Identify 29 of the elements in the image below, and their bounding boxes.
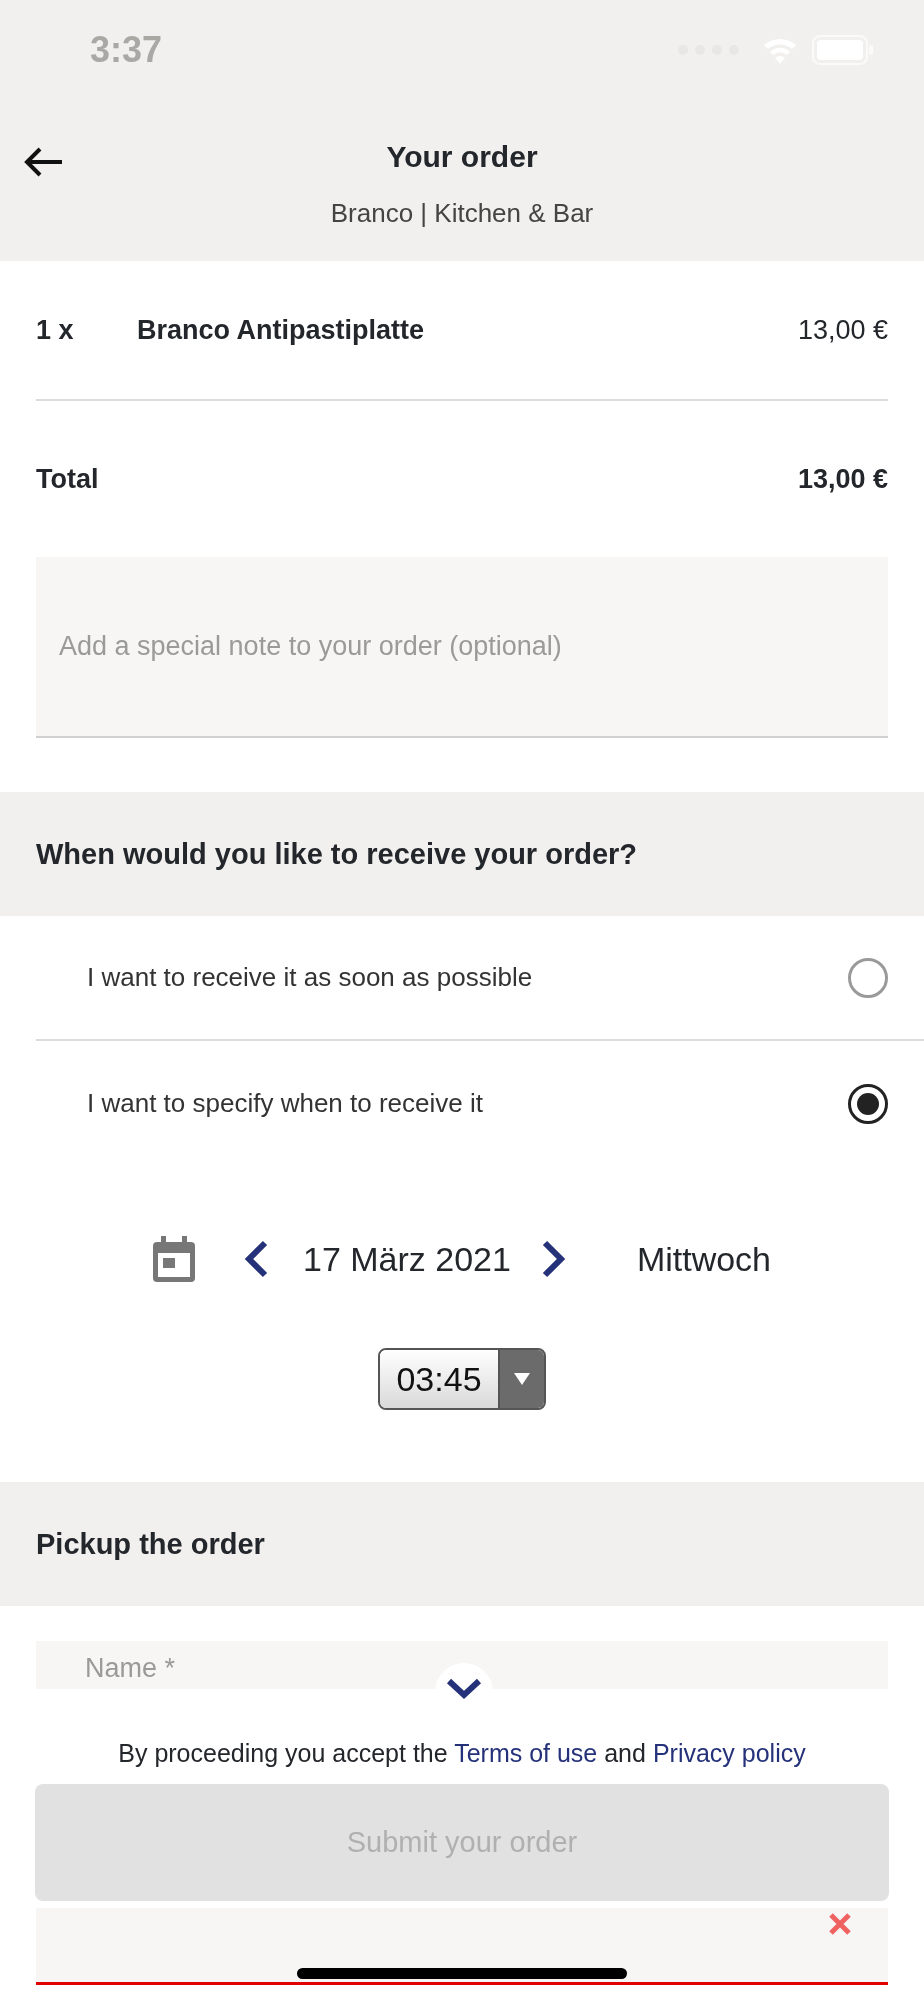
radio-button[interactable]	[848, 957, 888, 998]
page-title: Your order	[386, 140, 538, 174]
delivery-option[interactable]: I want to receive it as soon as possible	[36, 916, 924, 1041]
delivery-option[interactable]: I want to specify when to receive it	[36, 1041, 924, 1166]
error-icon	[828, 1912, 852, 1936]
previous-day-button[interactable]	[242, 1239, 269, 1279]
restaurant-name: Branco | Kitchen & Bar	[330, 198, 594, 229]
email-field[interactable]	[36, 1908, 888, 1985]
selected-date: 17 März 2021	[302, 1239, 511, 1279]
total-amount: 13,00 €	[797, 463, 888, 495]
name-field[interactable]: Name *	[36, 1641, 888, 1689]
total-label: Total	[36, 463, 99, 495]
note-field[interactable]: Add a special note to your order (optional)	[36, 557, 888, 738]
item-quantity: 1 x	[36, 314, 75, 346]
item-price: 13,00 €	[797, 314, 888, 346]
terms-text: By proceeding you accept the Terms of use and Privacy policy	[118, 1739, 806, 1768]
section-heading: When would you like to receive your order?	[36, 837, 638, 871]
status-time: 3:37	[90, 29, 163, 71]
caret-icon	[512, 1372, 531, 1386]
terms-link[interactable]: Privacy policy	[652, 1739, 806, 1767]
terms-link[interactable]: Terms of use	[454, 1739, 598, 1767]
item-name: Branco Antipastiplatte	[137, 314, 426, 346]
time-select[interactable]: 03:45	[378, 1348, 546, 1410]
calendar-icon	[152, 1236, 195, 1282]
next-day-button[interactable]	[540, 1239, 567, 1279]
section-heading: Pickup the order	[36, 1527, 265, 1561]
chevron-down-icon	[445, 1677, 483, 1701]
weekday: Mittwoch	[636, 1239, 771, 1279]
radio-button[interactable]	[848, 1083, 888, 1124]
